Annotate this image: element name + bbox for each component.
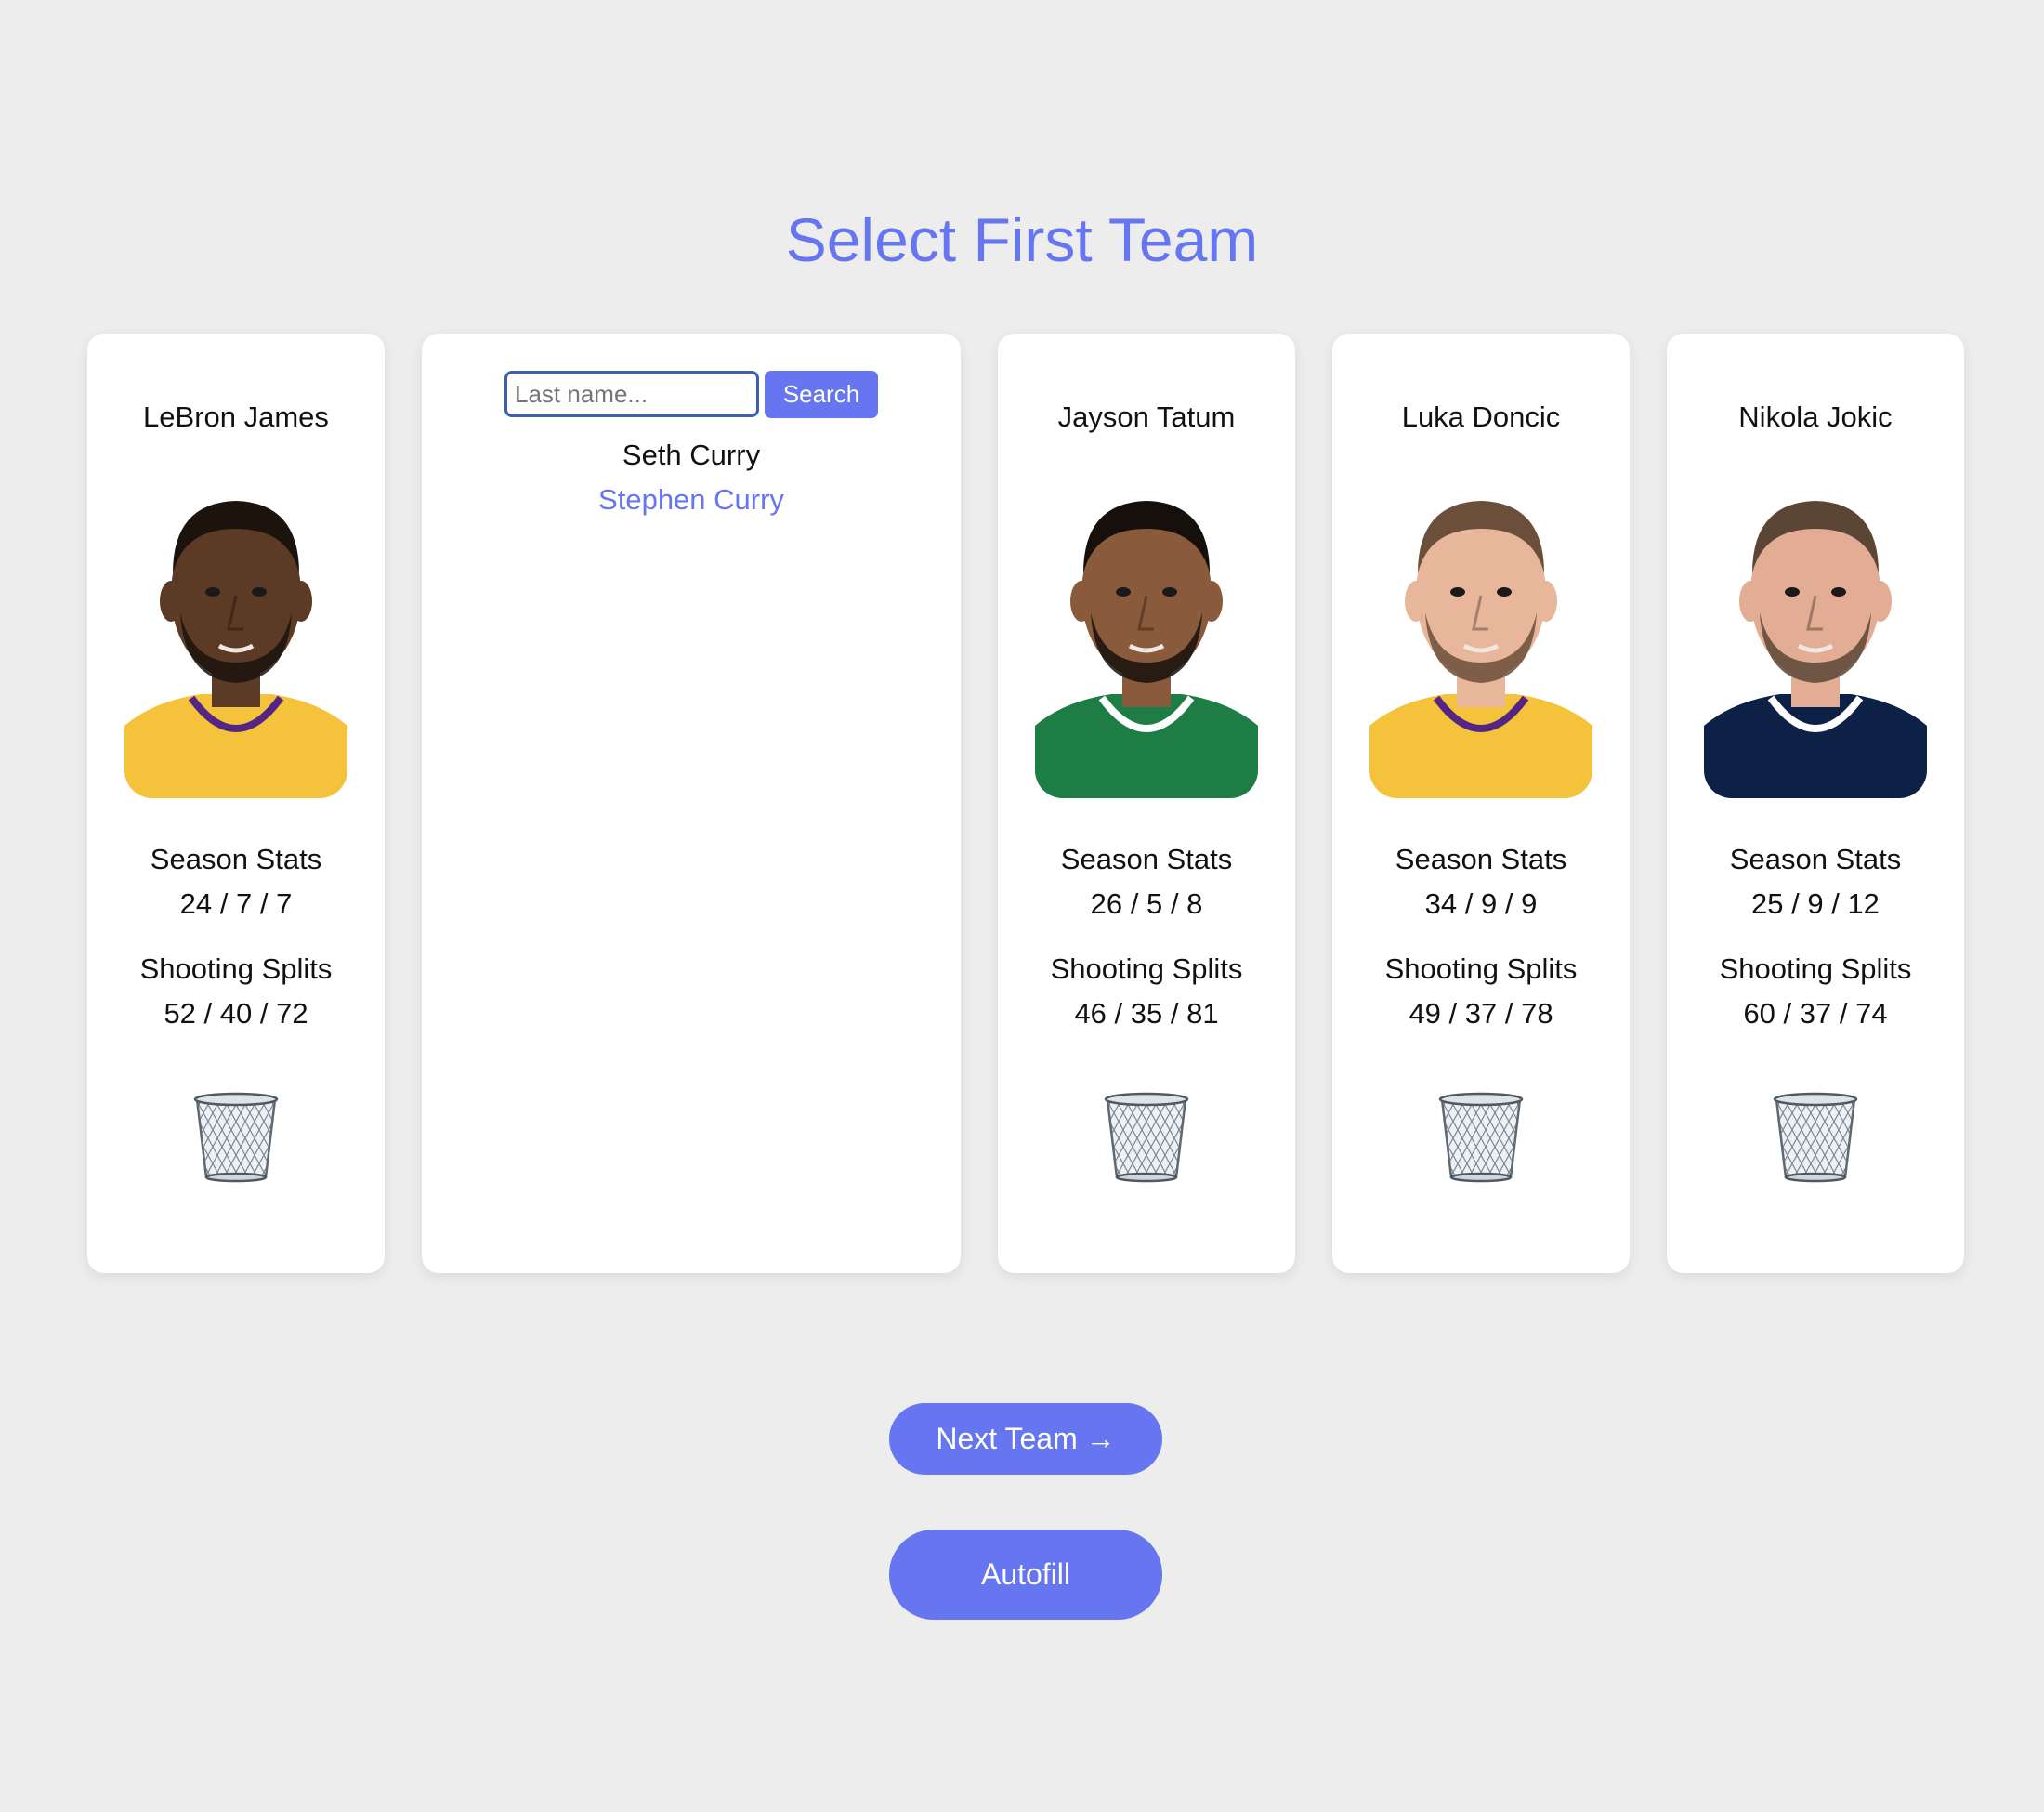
autofill-button[interactable]: Autofill	[889, 1530, 1162, 1620]
player-card-jayson-tatum: Jayson Tatum Season Stats 26 / 5 / 8 Sho…	[998, 334, 1295, 1273]
season-stats-label: Season Stats	[1729, 843, 1902, 875]
trash-icon[interactable]	[1771, 1090, 1860, 1183]
player-portrait	[124, 464, 347, 798]
player-name: Luka Doncic	[1401, 400, 1561, 433]
shooting-splits-label: Shooting Splits	[139, 952, 333, 985]
shooting-splits-label: Shooting Splits	[1050, 952, 1243, 985]
player-photo	[124, 464, 347, 798]
season-stats-label: Season Stats	[1060, 843, 1233, 875]
player-name: LeBron James	[143, 400, 329, 433]
season-stats-label: Season Stats	[150, 843, 322, 875]
search-result-item[interactable]: Stephen Curry	[422, 483, 961, 517]
player-photo	[1035, 464, 1258, 798]
player-card-luka-doncic: Luka Doncic Season Stats 34 / 9 / 9 Shoo…	[1332, 334, 1630, 1273]
season-stats-value: 26 / 5 / 8	[1090, 887, 1203, 920]
player-portrait	[1035, 464, 1258, 798]
player-name: Jayson Tatum	[1057, 400, 1236, 433]
season-stats-value: 34 / 9 / 9	[1424, 887, 1538, 920]
player-photo	[1704, 464, 1927, 798]
player-portrait	[1704, 464, 1927, 798]
season-stats-label: Season Stats	[1395, 843, 1567, 875]
shooting-splits-value: 52 / 40 / 72	[164, 997, 308, 1030]
player-card-lebron-james: LeBron James Season Stats 24 / 7 / 7 Sho…	[87, 334, 385, 1273]
search-button[interactable]: Search	[765, 371, 878, 418]
shooting-splits-value: 46 / 35 / 81	[1074, 997, 1219, 1030]
player-portrait	[1369, 464, 1592, 798]
shooting-splits-value: 49 / 37 / 78	[1409, 997, 1553, 1030]
last-name-search-input[interactable]	[504, 371, 759, 417]
trash-icon[interactable]	[1102, 1090, 1191, 1183]
season-stats-value: 24 / 7 / 7	[179, 887, 293, 920]
page-title: Select First Team	[785, 205, 1259, 274]
shooting-splits-value: 60 / 37 / 74	[1743, 997, 1888, 1030]
trash-icon[interactable]	[1436, 1090, 1526, 1183]
trash-icon[interactable]	[191, 1090, 281, 1183]
player-card-nikola-jokic: Nikola Jokic Season Stats 25 / 9 / 12 Sh…	[1667, 334, 1964, 1273]
shooting-splits-label: Shooting Splits	[1719, 952, 1912, 985]
player-name: Nikola Jokic	[1738, 400, 1893, 433]
search-result-item[interactable]: Seth Curry	[422, 439, 961, 472]
season-stats-value: 25 / 9 / 12	[1751, 887, 1880, 920]
next-team-button[interactable]: Next Team →	[889, 1403, 1162, 1475]
shooting-splits-label: Shooting Splits	[1384, 952, 1578, 985]
player-search-card: Search Seth Curry Stephen Curry	[422, 334, 961, 1273]
player-photo	[1369, 464, 1592, 798]
